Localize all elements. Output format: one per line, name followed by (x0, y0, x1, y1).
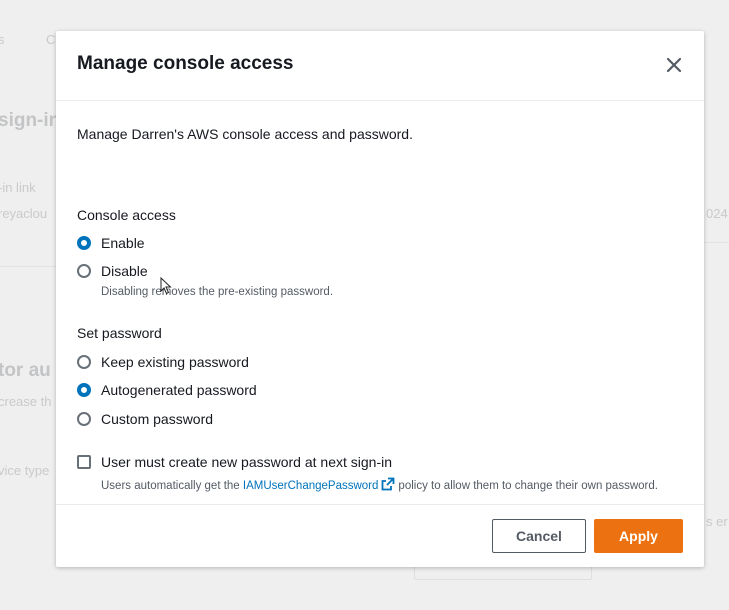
bg-fragment: s er (706, 514, 728, 529)
apply-button[interactable]: Apply (594, 519, 683, 553)
radio-button[interactable] (77, 412, 91, 426)
help-suffix: policy to allow them to change their own… (398, 480, 658, 492)
checkbox-label: User must create new password at next si… (101, 454, 393, 470)
radio-disable[interactable]: Disable (77, 260, 148, 282)
bg-fragment: crease th (0, 394, 52, 409)
radio-button[interactable] (77, 264, 91, 278)
close-icon (666, 57, 682, 73)
set-password-label: Set password (77, 325, 162, 341)
help-prefix: Users automatically get the (101, 480, 240, 492)
radio-label: Autogenerated password (101, 382, 257, 398)
bg-fragment: vice type (0, 463, 50, 478)
external-link-icon[interactable] (381, 477, 395, 491)
radio-enable[interactable]: Enable (77, 232, 145, 254)
radio-custom-password[interactable]: Custom password (77, 408, 213, 430)
bg-fragment: s (0, 32, 5, 47)
dialog-header: Manage console access (56, 31, 704, 101)
console-access-label: Console access (77, 207, 176, 223)
bg-fragment: -in link (0, 180, 36, 195)
radio-label: Custom password (101, 411, 214, 427)
dialog-description: Manage Darren's AWS console access and p… (77, 126, 413, 142)
radio-keep-existing-password[interactable]: Keep existing password (77, 351, 249, 373)
radio-label: Keep existing password (101, 354, 249, 370)
bg-heading: tor au (0, 360, 51, 381)
manage-console-access-dialog: Manage console access Manage Darren's AW… (56, 31, 704, 567)
radio-autogenerated-password[interactable]: Autogenerated password (77, 379, 257, 401)
bg-heading: sign-in (0, 110, 61, 131)
radio-button-checked[interactable] (77, 236, 91, 250)
dialog-title: Manage console access (77, 53, 294, 74)
require-reset-checkbox-row[interactable]: User must create new password at next si… (77, 454, 392, 470)
radio-label: Disable (101, 263, 148, 279)
radio-button[interactable] (77, 355, 91, 369)
iam-user-change-password-link[interactable]: IAMUserChangePassword (243, 480, 379, 492)
close-button[interactable] (664, 55, 684, 75)
bg-fragment: C (46, 32, 56, 47)
cancel-button[interactable]: Cancel (492, 519, 586, 553)
radio-button-checked[interactable] (77, 383, 91, 397)
require-reset-help-text: Users automatically get the IAMUserChang… (101, 477, 691, 495)
bg-fragment: 024 (706, 206, 728, 221)
radio-label: Enable (101, 235, 145, 251)
dialog-footer: Cancel Apply (56, 504, 704, 567)
bg-fragment: reyaclou (0, 206, 48, 221)
require-reset-checkbox[interactable] (77, 455, 91, 469)
disable-description: Disabling removes the pre-existing passw… (101, 286, 334, 298)
mouse-cursor-icon (160, 277, 172, 295)
